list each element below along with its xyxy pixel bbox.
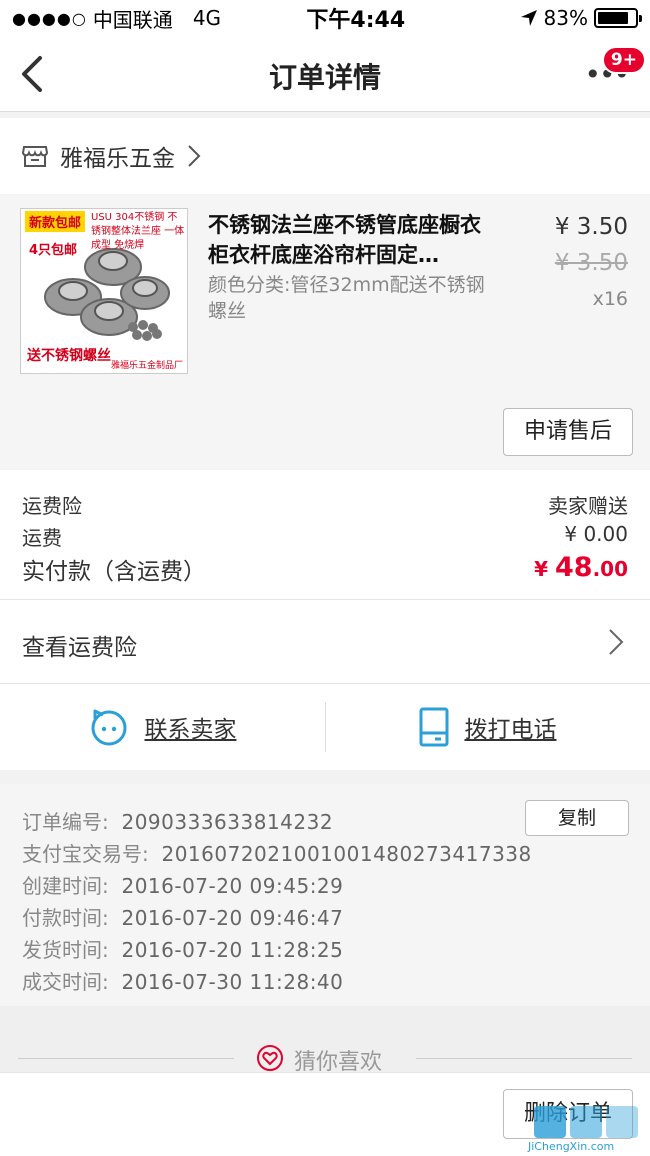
- divider: [416, 1058, 632, 1059]
- product-thumbnail[interactable]: 新款包邮 4只包邮 USU 304不锈钢 不锈钢整体法兰座 一体成型 免烧焊 送…: [20, 208, 188, 374]
- total-currency: ¥: [534, 557, 555, 581]
- paid-time-label: 付款时间:: [22, 906, 109, 930]
- divider: [18, 1058, 234, 1059]
- completed-time-value: 2016-07-30 11:28:40: [121, 970, 344, 994]
- info-row: 付款时间: 2016-07-20 09:46:47: [22, 902, 343, 931]
- battery-fill: [598, 12, 628, 24]
- page-title: 订单详情: [268, 61, 381, 94]
- tag-bottom: 送不锈钢螺丝: [27, 348, 111, 364]
- insurance-label: 运费险: [22, 494, 82, 518]
- watermark-text: JiChengXin.com: [528, 1140, 615, 1153]
- total-amount: ¥ 48.00: [534, 552, 628, 586]
- shop-name[interactable]: 雅福乐五金: [60, 139, 175, 173]
- after-sale-button[interactable]: 申请售后: [503, 408, 633, 456]
- battery-icon: [594, 8, 642, 28]
- insurance-value: 卖家赠送: [548, 494, 628, 518]
- total-decimal: .00: [592, 557, 628, 581]
- info-row: 订单编号: 2090333633814232: [22, 806, 333, 835]
- info-row: 支付宝交易号: 2016072021001001480273417338: [22, 838, 532, 867]
- copy-button[interactable]: 复制: [525, 800, 629, 836]
- order-info: 订单编号: 2090333633814232 支付宝交易号: 201607202…: [0, 784, 650, 1006]
- contact-seller-button[interactable]: 联系卖家: [0, 684, 325, 770]
- completed-time-label: 成交时间:: [22, 970, 109, 994]
- contact-bar: 联系卖家 拨打电话: [0, 684, 650, 770]
- phone-icon: [419, 707, 448, 747]
- signal-icon: ●●●●○: [12, 8, 87, 28]
- shop-icon: [22, 146, 48, 167]
- original-price: ¥ 3.50: [554, 250, 628, 276]
- order-item[interactable]: 新款包邮 4只包邮 USU 304不锈钢 不锈钢整体法兰座 一体成型 免烧焊 送…: [0, 194, 650, 470]
- alipay-trade-label: 支付宝交易号:: [22, 842, 149, 866]
- unit-price: ¥ 3.50: [554, 214, 628, 240]
- call-phone-label[interactable]: 拨打电话: [465, 710, 557, 744]
- created-time-label: 创建时间:: [22, 874, 109, 898]
- quantity: x16: [592, 288, 628, 310]
- fee-summary: 运费险 卖家赠送 运费 ¥ 0.00 实付款（含运费） ¥ 48.00: [0, 470, 650, 600]
- shipped-time-value: 2016-07-20 11:28:25: [121, 938, 344, 962]
- tag-free-shipping: 新款包邮: [25, 211, 86, 232]
- product-title[interactable]: 不锈钢法兰座不锈管底座橱衣柜衣杆底座浴帘杆固定…: [208, 210, 498, 270]
- tag-description: USU 304不锈钢 不锈钢整体法兰座 一体成型 免烧焊: [91, 212, 185, 251]
- chevron-right-icon: [188, 145, 201, 167]
- view-insurance-label[interactable]: 查看运费险: [22, 628, 137, 662]
- info-row: 创建时间: 2016-07-20 09:45:29: [22, 870, 343, 899]
- alipay-trade-value: 2016072021001001480273417338: [161, 842, 532, 866]
- paid-time-value: 2016-07-20 09:46:47: [121, 906, 344, 930]
- shop-row[interactable]: 雅福乐五金: [0, 118, 650, 194]
- total-integer: 48: [554, 552, 593, 583]
- info-row: 成交时间: 2016-07-30 11:28:40: [22, 966, 343, 995]
- clock: 下午4:44: [306, 8, 406, 33]
- status-bar: ●●●●○ 中国联通 4G 下午4:44 83%: [0, 0, 650, 36]
- recommendations-header: 猜你喜欢: [0, 1006, 650, 1075]
- call-phone-button[interactable]: 拨打电话: [325, 684, 650, 770]
- notification-badge[interactable]: 9+: [601, 46, 646, 74]
- chat-face-icon: [91, 709, 126, 746]
- heart-icon: [257, 1045, 283, 1071]
- tag-pack: 4只包邮: [29, 243, 78, 258]
- view-insurance-row[interactable]: 查看运费险: [0, 600, 650, 684]
- product-spec: 颜色分类:管径32mm配送不锈钢螺丝: [208, 274, 485, 322]
- total-label: 实付款（含运费）: [22, 559, 206, 585]
- order-number-label: 订单编号:: [22, 810, 109, 834]
- order-number-value: 2090333633814232: [121, 810, 334, 834]
- shipped-time-label: 发货时间:: [22, 938, 109, 962]
- shipping-label: 运费: [22, 526, 62, 550]
- tag-maker: 雅福乐五金制品厂: [110, 361, 183, 371]
- nav-bar: 订单详情 ••• 9+: [0, 36, 650, 112]
- carrier-label: 中国联通: [92, 7, 173, 32]
- battery-percent: 83%: [543, 6, 588, 30]
- info-row: 发货时间: 2016-07-20 11:28:25: [22, 934, 343, 963]
- shipping-value: ¥ 0.00: [564, 522, 628, 546]
- contact-seller-label[interactable]: 联系卖家: [145, 710, 237, 744]
- chevron-right-icon: [609, 629, 624, 655]
- created-time-value: 2016-07-20 09:45:29: [121, 874, 344, 898]
- location-arrow-icon: [520, 10, 537, 26]
